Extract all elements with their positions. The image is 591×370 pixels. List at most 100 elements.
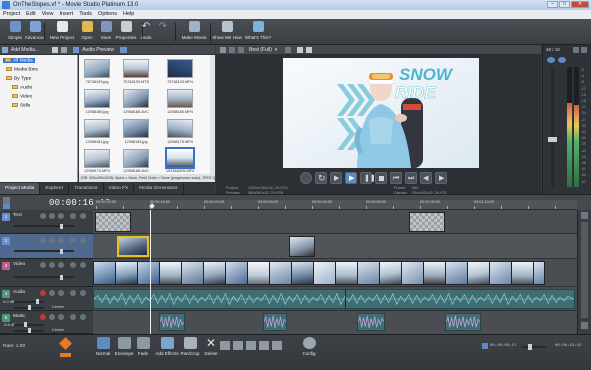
solo-icon[interactable] (80, 237, 86, 243)
menu-help[interactable]: Help (123, 10, 134, 19)
opacity-knob[interactable] (60, 224, 63, 229)
scroll-thumb[interactable] (581, 222, 588, 318)
tree-item-media-bins[interactable]: Media Bins (6, 67, 38, 72)
opacity-slider[interactable] (14, 225, 74, 227)
timeline-ruler[interactable]: 00:00:00;00 00:00:10;00 00:00:20;00 00:0… (93, 200, 577, 210)
track-name[interactable]: Audio (13, 290, 25, 295)
track-header-audio[interactable]: 4 Audio 0.0 dB Center (0, 287, 93, 311)
minimize-button[interactable]: – (547, 1, 558, 8)
menu-edit[interactable]: Edit (26, 10, 35, 19)
trim-start-icon[interactable] (220, 341, 230, 350)
menu-insert[interactable]: Insert (59, 10, 73, 19)
master-fx-icon[interactable] (573, 47, 579, 53)
track-automation-icon[interactable] (58, 237, 64, 243)
snap-icon[interactable] (272, 341, 282, 350)
media-thumbnail-selected[interactable] (165, 147, 195, 169)
text-clip[interactable] (95, 212, 131, 232)
track-fx-icon[interactable] (40, 262, 46, 268)
pan-knob[interactable] (28, 305, 31, 310)
loop-playback-button[interactable]: ↻ (315, 172, 327, 184)
next-frame-button[interactable]: ▶ (435, 172, 447, 184)
new-project-button[interactable]: New Project (47, 21, 77, 43)
music-clip[interactable] (445, 313, 481, 331)
go-to-end-button[interactable]: ⏭ (405, 172, 417, 184)
track-name[interactable]: Music (13, 314, 26, 319)
add-media-button[interactable]: Add Media... (11, 47, 39, 53)
media-thumbnail[interactable] (84, 119, 110, 138)
play-from-start-button[interactable]: ▶ (330, 172, 342, 184)
zoom-slider[interactable] (522, 346, 546, 348)
tab-explorer[interactable]: Explorer (40, 183, 70, 194)
master-knob-2[interactable] (558, 57, 566, 63)
track-automation-icon[interactable] (58, 213, 64, 219)
arm-record-icon[interactable] (40, 314, 46, 320)
remove-media-icon[interactable] (52, 46, 59, 53)
tab-video-fx[interactable]: Video FX (104, 183, 135, 194)
menu-options[interactable]: Options (98, 10, 117, 19)
solo-icon[interactable] (80, 262, 86, 268)
media-thumbnail[interactable] (167, 59, 193, 78)
track-fx-icon[interactable] (40, 213, 46, 219)
ripple-icon[interactable] (259, 341, 269, 350)
views-icon[interactable] (120, 46, 128, 53)
save-snapshot-icon[interactable] (306, 46, 313, 53)
media-thumbnail[interactable] (84, 59, 110, 78)
go-to-start-button[interactable]: ⏮ (390, 172, 402, 184)
make-movie-button[interactable]: Make Movie (180, 21, 208, 43)
opacity-knob[interactable] (60, 275, 63, 280)
zoom-slider-knob[interactable] (528, 344, 532, 350)
mute-icon[interactable] (70, 314, 76, 320)
audio-preview-toggle[interactable]: Audio Preview (82, 47, 114, 53)
media-properties-icon[interactable] (61, 46, 68, 53)
show-me-how-button[interactable]: Show Me How (212, 21, 242, 43)
media-thumbnail[interactable] (123, 119, 149, 138)
menu-tools[interactable]: Tools (79, 10, 92, 19)
media-thumbnail[interactable] (167, 89, 193, 108)
track-fx-icon[interactable] (40, 237, 46, 243)
media-thumbnail[interactable] (84, 89, 110, 108)
video-clip-strip[interactable] (93, 261, 545, 285)
whats-this-button[interactable]: What's This? (243, 21, 273, 43)
timeline-vertical-scrollbar[interactable] (577, 210, 591, 334)
play-button[interactable]: ▶ (345, 172, 357, 184)
pause-button[interactable]: ❚❚ (360, 172, 376, 184)
tree-item-all-media[interactable]: All Media (3, 58, 35, 64)
tree-item-by-type[interactable]: By Type (6, 76, 31, 81)
opacity-slider[interactable] (14, 276, 74, 278)
text-clip[interactable] (409, 212, 445, 232)
music-clip[interactable] (263, 313, 287, 331)
scroll-down-icon[interactable] (581, 322, 588, 329)
master-mute-icon[interactable] (581, 47, 587, 53)
overlays-icon[interactable] (285, 46, 292, 53)
track-automation-icon[interactable] (58, 290, 64, 296)
track-automation-icon[interactable] (58, 262, 64, 268)
track-fx-icon[interactable] (49, 314, 55, 320)
media-thumbnail[interactable] (123, 59, 149, 78)
media-thumbnail[interactable] (84, 149, 110, 168)
volume-knob[interactable] (24, 322, 27, 327)
music-clip[interactable] (159, 313, 185, 331)
split-screen-icon[interactable] (238, 46, 244, 53)
tab-transitions[interactable]: Transitions (69, 183, 104, 194)
tab-media-generators[interactable]: Media Generators (134, 183, 184, 194)
track-motion-icon[interactable] (49, 262, 55, 268)
add-track-icon[interactable] (3, 204, 10, 209)
video-clip-selected[interactable] (117, 236, 149, 257)
fade-tool[interactable]: Fade (131, 337, 155, 363)
mute-icon[interactable] (70, 237, 76, 243)
media-thumbnail[interactable] (123, 89, 149, 108)
track-header-text[interactable]: 1 Text (0, 210, 93, 234)
split-icon[interactable] (246, 341, 256, 350)
track-automation-icon[interactable] (58, 314, 64, 320)
tree-item-video[interactable]: Video (12, 94, 32, 99)
preview-quality-dropdown[interactable]: Best (Full) (249, 47, 272, 53)
tab-project-media[interactable]: Project Media (0, 183, 41, 194)
preview-device-icon[interactable] (229, 46, 235, 53)
close-button[interactable]: ✕ (571, 1, 589, 8)
solo-icon[interactable] (80, 314, 86, 320)
track-motion-icon[interactable] (49, 213, 55, 219)
copy-snapshot-icon[interactable] (297, 46, 304, 53)
tree-item-stills[interactable]: Stills (12, 103, 30, 108)
track-fx-icon[interactable] (49, 290, 55, 296)
audio-clip[interactable] (93, 289, 575, 309)
